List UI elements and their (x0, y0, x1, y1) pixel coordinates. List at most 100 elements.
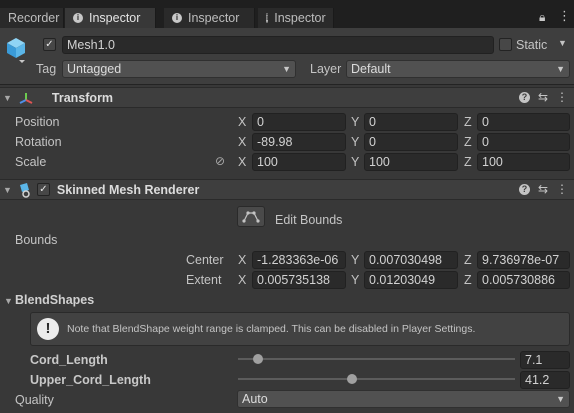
slider-handle[interactable] (252, 354, 263, 364)
skinned-mesh-renderer-header[interactable]: ▼ ✓ Skinned Mesh Renderer ? ⇆ ⋮ (0, 179, 574, 200)
edit-bounds-button[interactable] (237, 206, 265, 227)
scale-y-field[interactable]: 100 (364, 153, 458, 171)
layer-dropdown[interactable]: Default ▼ (346, 60, 570, 78)
tag-dropdown[interactable]: Untagged ▼ (62, 60, 296, 78)
center-z-field[interactable]: 9.736978e-07 (477, 251, 570, 269)
tab-inspector-3[interactable]: i Inspector (258, 8, 334, 28)
lock-icon[interactable]: 🔒︎ (539, 10, 545, 25)
blendshape-help-box: ! Note that BlendShape weight range is c… (30, 312, 570, 346)
axis-y-label[interactable]: Y (351, 115, 359, 129)
tag-label: Tag (36, 62, 57, 76)
chevron-down-icon: ▼ (556, 64, 565, 74)
scale-x-field[interactable]: 100 (252, 153, 346, 171)
field-value: 0 (257, 115, 264, 129)
axis-y-label[interactable]: Y (351, 155, 359, 169)
static-label: Static (516, 38, 548, 52)
layer-value: Default (351, 62, 391, 76)
name-field[interactable]: Mesh1.0 (62, 36, 494, 54)
slider-handle[interactable] (347, 374, 358, 384)
help-message: Note that BlendShape weight range is cla… (67, 323, 476, 335)
tab-bar: Recorder i Inspector i Inspector i Inspe… (0, 0, 574, 28)
field-value: 41.2 (525, 373, 550, 387)
enabled-checkbox[interactable]: ✓ (36, 183, 50, 196)
field-value: 0.01203049 (369, 273, 436, 287)
cube-icon (7, 38, 25, 63)
foldout-icon[interactable]: ▼ (3, 185, 12, 195)
tab-recorder[interactable]: Recorder (0, 8, 64, 28)
slider-track[interactable] (238, 358, 515, 360)
row-label: Extent (186, 273, 222, 287)
foldout-icon[interactable]: ▼ (3, 93, 12, 103)
axis-z-label[interactable]: Z (464, 155, 472, 169)
axis-x-label[interactable]: X (238, 135, 246, 149)
scale-z-field[interactable]: 100 (477, 153, 570, 171)
component-title: Transform (51, 90, 114, 105)
row-label: Position (15, 115, 60, 129)
help-icon[interactable]: ? (518, 183, 530, 195)
tab-inspector-2[interactable]: i Inspector (164, 8, 255, 28)
chevron-down-icon[interactable]: ▼ (558, 38, 567, 48)
extent-y-field[interactable]: 0.01203049 (364, 271, 458, 289)
row-label: Rotation (15, 135, 62, 149)
axis-x-label[interactable]: X (238, 253, 246, 267)
field-value: 0 (369, 135, 376, 149)
extent-x-field[interactable]: 0.005735138 (252, 271, 346, 289)
preset-icon[interactable]: ⇆ (538, 182, 548, 196)
extent-z-field[interactable]: 0.005730886 (477, 271, 570, 289)
axis-y-label[interactable]: Y (351, 273, 359, 287)
component-header-icons: ? ⇆ ⋮ (518, 182, 568, 196)
component-title: Skinned Mesh Renderer (56, 182, 200, 197)
blendshapes-foldout-label[interactable]: BlendShapes (15, 293, 94, 307)
center-y-field[interactable]: 0.007030498 (364, 251, 458, 269)
info-icon: i (266, 13, 269, 23)
axis-y-label[interactable]: Y (351, 135, 359, 149)
row-label: Scale (15, 155, 47, 169)
edit-bounds-label: Edit Bounds (275, 213, 343, 227)
blendshape-value-field[interactable]: 7.1 (520, 351, 570, 369)
rotation-z-field[interactable]: 0 (477, 133, 570, 151)
help-icon[interactable]: ? (518, 91, 530, 103)
more-menu-icon[interactable]: ⋮ (556, 182, 568, 196)
info-icon: i (73, 13, 83, 23)
field-value: 100 (257, 155, 278, 169)
info-icon: i (172, 13, 182, 23)
more-menu-icon[interactable]: ⋮ (558, 8, 571, 24)
axis-x-label[interactable]: X (238, 273, 246, 287)
blendshape-value-field[interactable]: 41.2 (520, 371, 570, 389)
position-y-field[interactable]: 0 (364, 113, 458, 131)
quality-dropdown[interactable]: Auto ▼ (237, 390, 570, 408)
axis-y-label[interactable]: Y (351, 253, 359, 267)
bounds-label: Bounds (15, 233, 58, 247)
static-checkbox[interactable] (499, 38, 512, 51)
rotation-y-field[interactable]: 0 (364, 133, 458, 151)
axis-z-label[interactable]: Z (464, 115, 472, 129)
transform-header[interactable]: ▼ Transform ? ⇆ ⋮ (0, 87, 574, 108)
blendshape-label: Upper_Cord_Length (30, 373, 151, 387)
active-checkbox[interactable]: ✓ (43, 38, 56, 51)
tab-label: Inspector (274, 11, 326, 25)
field-value: 7.1 (525, 353, 543, 367)
link-icon[interactable]: ⊘ (215, 154, 225, 168)
foldout-icon[interactable]: ▼ (4, 296, 13, 306)
axis-x-label[interactable]: X (238, 155, 246, 169)
position-z-field[interactable]: 0 (477, 113, 570, 131)
axis-z-label[interactable]: Z (464, 273, 472, 287)
more-menu-icon[interactable]: ⋮ (556, 90, 568, 104)
axis-z-label[interactable]: Z (464, 253, 472, 267)
position-x-field[interactable]: 0 (252, 113, 346, 131)
axis-x-label[interactable]: X (238, 115, 246, 129)
field-value: -1.283363e-06 (257, 253, 339, 267)
gameobject-header: ✓ Mesh1.0 Static ▼ Tag Untagged ▼ Layer … (0, 28, 574, 85)
center-x-field[interactable]: -1.283363e-06 (252, 251, 346, 269)
chevron-down-icon: ▼ (282, 64, 291, 74)
tab-label: Inspector (89, 11, 141, 25)
slider-track[interactable] (238, 378, 515, 380)
tab-inspector-1[interactable]: i Inspector (65, 8, 156, 28)
rotation-x-field[interactable]: -89.98 (252, 133, 346, 151)
preset-icon[interactable]: ⇆ (538, 90, 548, 104)
quality-label: Quality (15, 393, 54, 407)
tab-label: Recorder (8, 11, 60, 25)
quality-value: Auto (242, 392, 268, 406)
axis-z-label[interactable]: Z (464, 135, 472, 149)
field-value: 100 (482, 155, 503, 169)
